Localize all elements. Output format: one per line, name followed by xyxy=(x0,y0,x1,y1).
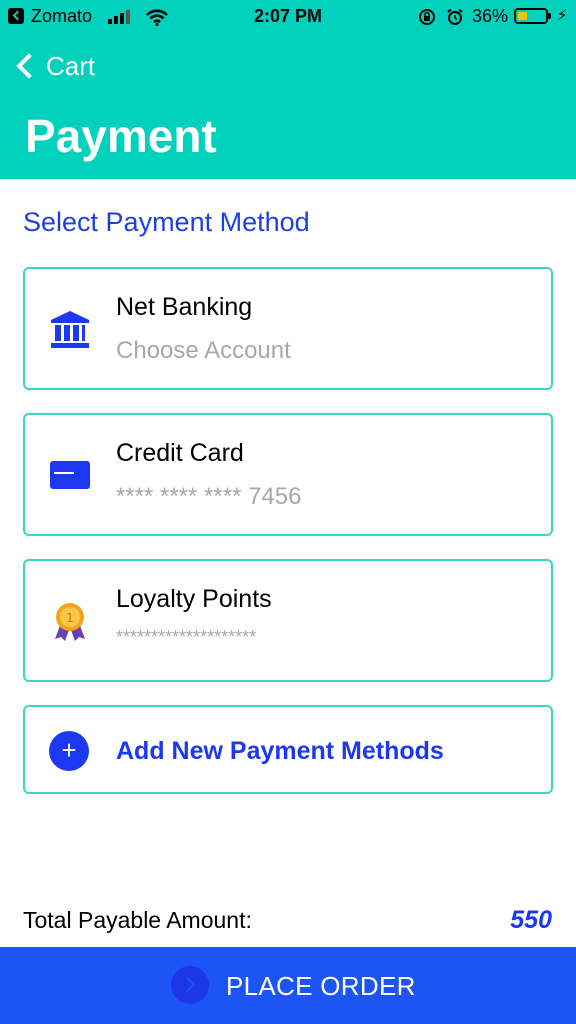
place-order-button[interactable]: PLACE ORDER xyxy=(0,947,576,1024)
place-order-label: PLACE ORDER xyxy=(226,971,416,1001)
bank-icon xyxy=(51,311,89,348)
alarm-icon xyxy=(447,8,463,25)
total-label: Total Payable Amount: xyxy=(23,907,252,933)
rotation-lock-icon xyxy=(419,9,435,25)
back-to-cart-button[interactable]: Cart xyxy=(12,46,95,86)
method-title: Credit Card xyxy=(116,439,244,467)
app-header: Zomato 2:07 PM 36% ⚡ Cart Payment xyxy=(0,0,576,179)
chevron-left-icon xyxy=(16,53,42,79)
add-method-label: Add New Payment Methods xyxy=(116,737,444,765)
add-payment-method-button[interactable]: + Add New Payment Methods xyxy=(23,705,553,794)
method-subtitle: Choose Account xyxy=(116,337,291,364)
medal-icon: 1 xyxy=(55,603,85,641)
payment-method-net-banking[interactable]: Net Banking Choose Account xyxy=(23,267,553,390)
section-title: Select Payment Method xyxy=(23,207,310,237)
method-title: Net Banking xyxy=(116,293,253,321)
page-title: Payment xyxy=(25,110,217,162)
status-bar: Zomato 2:07 PM 36% ⚡ xyxy=(0,0,576,34)
chevron-right-circle-icon xyxy=(171,966,209,1004)
payment-method-credit-card[interactable]: Credit Card **** **** **** 7456 xyxy=(23,413,553,536)
method-subtitle: ******************** xyxy=(116,627,257,647)
battery-percent: 36% xyxy=(472,6,509,26)
back-label: Cart xyxy=(46,50,96,81)
battery-icon xyxy=(514,8,551,24)
total-amount: 550 xyxy=(510,906,552,934)
svg-text:1: 1 xyxy=(66,611,74,625)
plus-circle-icon: + xyxy=(49,731,89,771)
charging-bolt-icon: ⚡ xyxy=(557,7,568,24)
method-title: Loyalty Points xyxy=(116,585,272,613)
method-subtitle: **** **** **** 7456 xyxy=(116,483,302,510)
payment-method-loyalty-points[interactable]: 1 Loyalty Points ******************** xyxy=(23,559,553,682)
credit-card-icon xyxy=(50,461,90,489)
